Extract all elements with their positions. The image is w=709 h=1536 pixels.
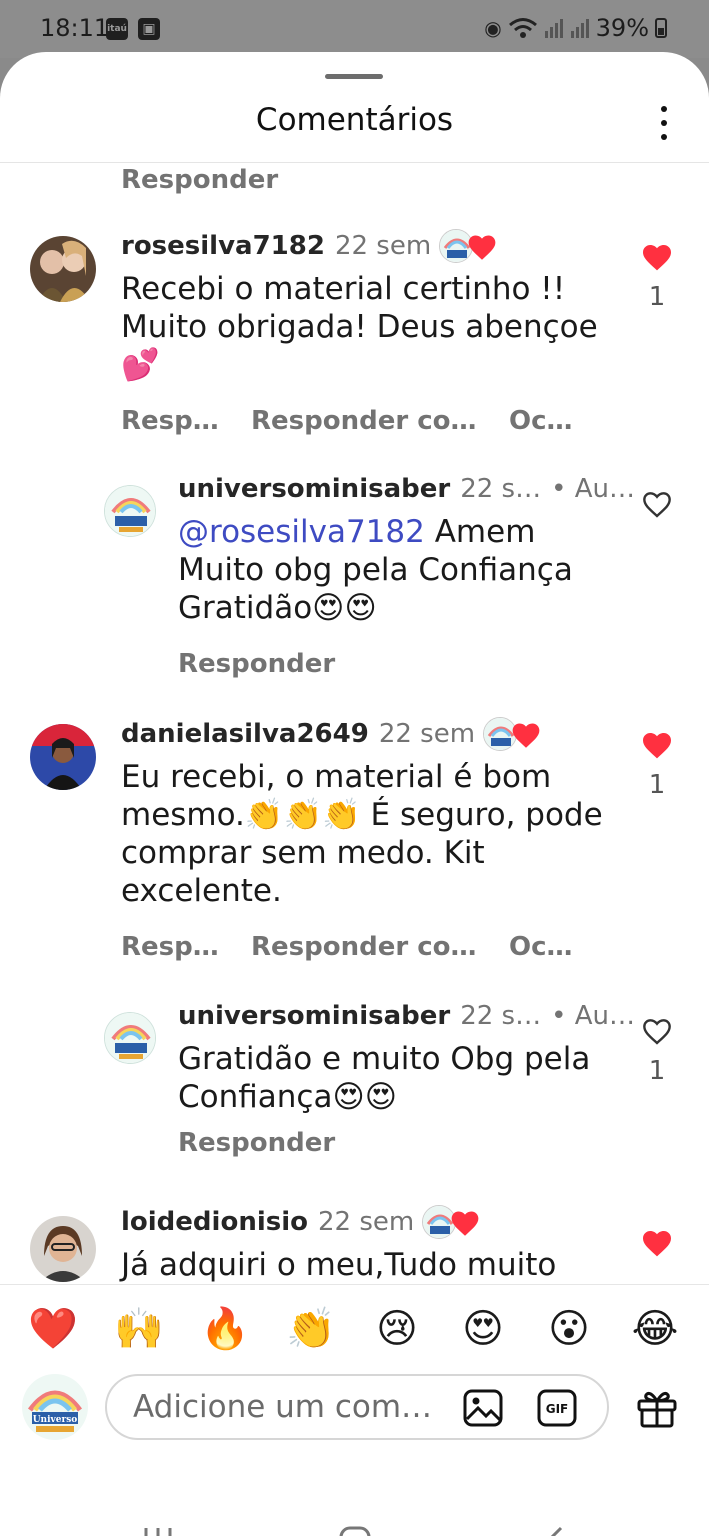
status-time: 18:11: [40, 14, 110, 42]
emoji-raised-hands[interactable]: 🙌: [113, 1303, 165, 1355]
like-button[interactable]: [637, 1228, 677, 1262]
emoji-crying[interactable]: 😢: [371, 1303, 423, 1355]
emoji-heart-eyes[interactable]: 😍: [457, 1303, 509, 1355]
reply-link-top[interactable]: Responder: [121, 163, 278, 197]
emoji-quick-bar: ❤️ 🙌 🔥 👏 😢 😍 😮 😂: [0, 1284, 709, 1374]
like-count: 1: [648, 770, 666, 800]
comment-meta: loidedionisio 22 sem: [121, 1204, 621, 1240]
status-icons: ◉ 39%: [484, 14, 667, 42]
avatar[interactable]: [30, 236, 96, 302]
comment-text: @rosesilva7182 Amem Muito obg pela Confi…: [178, 513, 618, 627]
comment-meta: danielasilva2649 22 sem: [121, 716, 621, 752]
reply-button[interactable]: Responder: [178, 649, 335, 679]
wifi-icon: [508, 18, 537, 38]
timestamp: 22 s…: [460, 1001, 542, 1031]
signal-icon-1: [544, 19, 563, 38]
comment-text: Eu recebi, o material é bom mesmo.👏👏👏 É …: [121, 759, 603, 909]
reply-button[interactable]: Resp…: [121, 932, 251, 962]
username[interactable]: universominisaber: [178, 474, 450, 504]
svg-text:GIF: GIF: [546, 1402, 569, 1416]
heart-icon: [451, 1211, 479, 1236]
author-tag: • Au…: [551, 1001, 635, 1031]
heart-outline-icon: [643, 492, 671, 518]
creator-liked-badge: [422, 1205, 486, 1239]
avatar[interactable]: [104, 485, 156, 537]
username[interactable]: universominisaber: [178, 1001, 450, 1031]
comment-text: Recebi o material certinho !! Muito obri…: [121, 271, 598, 383]
gif-icon[interactable]: GIF: [537, 1389, 577, 1427]
emoji-surprised[interactable]: 😮: [543, 1303, 595, 1355]
like-count: 1: [648, 282, 666, 312]
gift-icon[interactable]: [636, 1388, 678, 1428]
heart-icon: [512, 723, 540, 748]
comment-actions: Responder: [178, 1126, 618, 1160]
reply-button[interactable]: Resp…: [121, 406, 251, 436]
emoji-laughing[interactable]: 😂: [629, 1303, 681, 1355]
reply-button[interactable]: Responder: [178, 1128, 335, 1158]
comment-list[interactable]: Responder rosesilva7182 22 sem Recebi o …: [0, 163, 709, 1284]
battery-percent: 39%: [595, 14, 649, 42]
comment-actions: Resp… Responder co… Oc…: [121, 930, 621, 964]
avatar[interactable]: [30, 1216, 96, 1282]
battery-icon: [655, 18, 667, 38]
timestamp: 22 s…: [460, 474, 542, 504]
username[interactable]: loidedionisio: [121, 1207, 308, 1237]
comment-meta: universominisaber 22 s… • Au…: [178, 471, 635, 507]
reply-with-button[interactable]: Responder co…: [251, 932, 509, 962]
mention-link[interactable]: @rosesilva7182: [178, 514, 425, 550]
home-icon[interactable]: [335, 1524, 375, 1536]
comment-meta: rosesilva7182 22 sem: [121, 228, 621, 264]
comment-actions: Resp… Responder co… Oc…: [121, 404, 621, 438]
drag-handle[interactable]: [325, 74, 383, 79]
heart-outline-icon: [643, 1019, 671, 1045]
heart-icon: [643, 245, 671, 271]
heart-icon: [643, 1231, 671, 1257]
heart-icon: [643, 733, 671, 759]
like-button[interactable]: 1: [637, 1016, 677, 1086]
comments-sheet: Comentários Responder rosesilva7182 22 s…: [0, 52, 709, 1536]
avatar[interactable]: [104, 1012, 156, 1064]
creator-liked-badge: [483, 717, 547, 751]
more-vertical-icon[interactable]: [650, 106, 678, 140]
username[interactable]: danielasilva2649: [121, 719, 369, 749]
emoji-clap[interactable]: 👏: [285, 1303, 337, 1355]
username[interactable]: rosesilva7182: [121, 231, 325, 261]
timestamp: 22 sem: [334, 231, 432, 261]
avatar[interactable]: [30, 724, 96, 790]
like-button[interactable]: [637, 489, 677, 523]
hide-button[interactable]: Oc…: [509, 932, 573, 962]
comment-input[interactable]: Adicione um com… GIF: [105, 1374, 609, 1440]
comment-text: Gratidão e muito Obg pela Confiança😍😍: [178, 1041, 591, 1115]
gallery-notification-icon: ▣: [138, 18, 160, 40]
reply-with-button[interactable]: Responder co…: [251, 406, 509, 436]
user-avatar: Universo: [22, 1374, 88, 1440]
comment-text: Já adquiri o meu,Tudo muito: [121, 1247, 557, 1283]
reply-button[interactable]: Responder: [121, 165, 278, 195]
logo-text: Universo: [33, 1415, 78, 1425]
emoji-heart[interactable]: ❤️: [27, 1303, 79, 1355]
comment-actions: Responder: [178, 647, 618, 681]
signal-icon-2: [570, 19, 589, 38]
back-icon[interactable]: [535, 1524, 575, 1536]
timestamp: 22 sem: [318, 1207, 415, 1237]
emoji-fire[interactable]: 🔥: [199, 1303, 251, 1355]
image-icon[interactable]: [463, 1389, 503, 1427]
like-button[interactable]: 1: [637, 242, 677, 312]
recent-apps-icon[interactable]: [138, 1524, 178, 1536]
sheet-title: Comentários: [255, 102, 454, 138]
author-tag: • Au…: [551, 474, 635, 504]
creator-liked-badge: [439, 229, 503, 263]
data-saver-icon: ◉: [484, 16, 502, 40]
system-nav-bar: [0, 1494, 709, 1536]
like-button[interactable]: 1: [637, 730, 677, 800]
comment-meta: universominisaber 22 s… • Au…: [178, 998, 635, 1034]
like-count: 1: [648, 1056, 666, 1086]
comment-input-row: Universo Adicione um com… GIF: [0, 1374, 709, 1494]
hide-button[interactable]: Oc…: [509, 406, 573, 436]
timestamp: 22 sem: [378, 719, 476, 749]
status-bar: 18:11 itaú ▣ ◉ 39%: [0, 0, 709, 58]
comment-input-placeholder: Adicione um com…: [133, 1389, 433, 1425]
bank-app-icon: itaú: [106, 18, 128, 40]
heart-icon: [468, 235, 496, 260]
